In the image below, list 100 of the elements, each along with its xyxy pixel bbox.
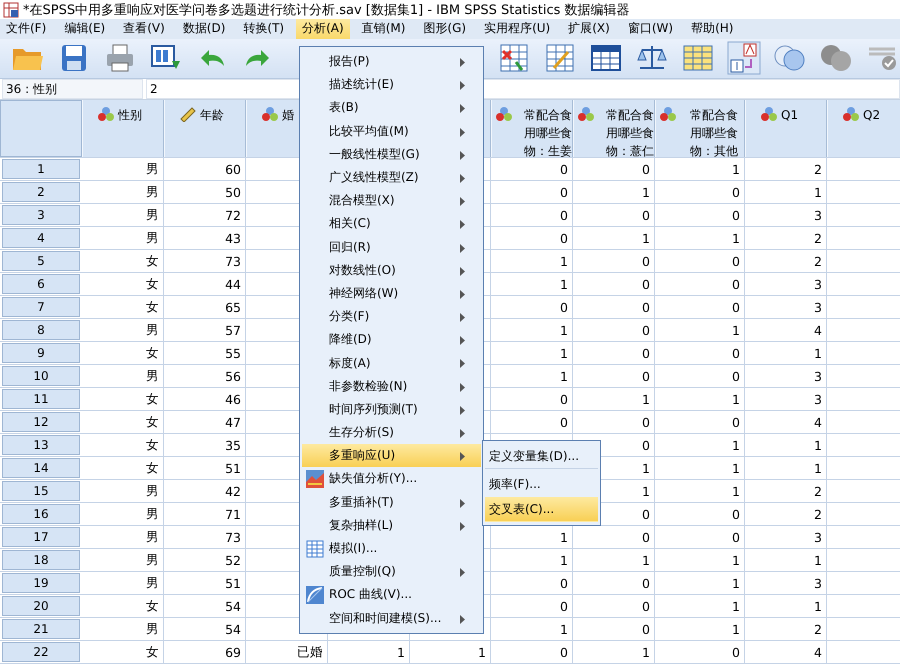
menu-item[interactable]: 分类(F) <box>302 305 481 328</box>
row-header[interactable]: 17 <box>2 527 80 548</box>
table-cell: 1 <box>745 434 827 456</box>
table-cell: 2 <box>745 480 827 502</box>
menu-item[interactable]: 查看(V) <box>117 19 171 39</box>
row-header[interactable]: 22 <box>2 642 80 662</box>
row-header[interactable]: 5 <box>2 251 80 272</box>
insert-cases-icon[interactable] <box>498 42 530 74</box>
row-header[interactable]: 21 <box>2 619 80 640</box>
table-cell: 3 <box>745 572 827 594</box>
table-cell: 51 <box>164 457 246 480</box>
row-header[interactable]: 6 <box>2 274 80 294</box>
submenu-arrow-icon <box>460 104 465 114</box>
row-header[interactable]: 13 <box>2 435 80 456</box>
row-header[interactable]: 14 <box>2 458 80 478</box>
table-cell: 3 <box>745 273 827 296</box>
column-header[interactable]: Q2 <box>827 100 900 158</box>
menu-item[interactable]: 降维(D) <box>302 328 481 352</box>
menu-item[interactable]: 模拟(I)... <box>302 536 481 560</box>
print-icon[interactable] <box>105 43 135 74</box>
nominal-icon <box>659 106 677 122</box>
row-header[interactable]: 19 <box>2 573 80 594</box>
submenu-arrow-icon <box>460 313 465 322</box>
row-header[interactable]: 10 <box>2 366 80 386</box>
menu-item[interactable]: 相关(C) <box>302 212 481 236</box>
table-cell: 0 <box>491 181 573 204</box>
menu-item[interactable]: 质量控制(Q) <box>302 560 481 584</box>
menu-item[interactable]: 扩展(X) <box>562 19 616 39</box>
menu-item[interactable]: 直销(M) <box>356 19 412 39</box>
menu-item[interactable]: 实用程序(U) <box>478 19 556 39</box>
row-header[interactable]: 18 <box>2 550 80 570</box>
table-cell: 0 <box>491 227 573 250</box>
menu-item[interactable]: 帮助(H) <box>685 19 740 39</box>
menu-item[interactable]: 空间和时间建模(S)... <box>302 606 481 630</box>
menu-item[interactable]: 编辑(E) <box>58 19 112 39</box>
menu-item[interactable]: 定义变量集(D)... <box>485 444 598 469</box>
row-header[interactable]: 8 <box>2 320 80 340</box>
row-header[interactable]: 7 <box>2 297 80 318</box>
column-header[interactable]: 性别 <box>82 100 164 158</box>
menu-item[interactable]: 神经网络(W) <box>302 282 481 306</box>
table-cell: 0 <box>655 250 745 272</box>
table-cell: 0 <box>491 296 573 318</box>
menu-item[interactable]: 广义线性模型(Z) <box>302 166 481 190</box>
column-header[interactable]: 年龄 <box>164 100 246 158</box>
menu-item[interactable]: ROC 曲线(V)... <box>302 583 481 606</box>
table-cell: 男 <box>82 503 164 526</box>
table-cell: 1 <box>491 273 573 296</box>
value-labels-icon[interactable] <box>727 41 761 76</box>
row-header[interactable]: 9 <box>2 343 80 364</box>
menu-item[interactable]: 报告(P) <box>302 50 481 74</box>
menu-item[interactable]: 时间序列预测(T) <box>302 398 481 421</box>
menu-item[interactable]: 标度(A) <box>302 351 481 375</box>
column-header[interactable]: 常配合食用哪些食物：生姜 <box>491 100 573 158</box>
table-cell: 0 <box>655 273 745 296</box>
table-cell: 4 <box>745 411 827 434</box>
table-cell: 1 <box>655 457 745 480</box>
menu-item[interactable]: 多重响应(U) <box>302 444 481 468</box>
menu-item[interactable]: 混合模型(X) <box>302 189 481 212</box>
menu-item[interactable]: 对数线性(O) <box>302 258 481 282</box>
menu-item[interactable]: 图形(G) <box>417 19 472 39</box>
row-header[interactable]: 20 <box>2 596 80 616</box>
table-cell: 女 <box>82 411 164 434</box>
table-cell: 51 <box>164 572 246 594</box>
column-header[interactable]: 常配合食用哪些食物：其他 <box>655 100 745 158</box>
menu-item[interactable]: 转换(T) <box>237 19 290 39</box>
table-cell: 4 <box>745 641 827 664</box>
row-header[interactable]: 12 <box>2 412 80 432</box>
row-header[interactable]: 15 <box>2 481 80 502</box>
menu-item[interactable]: 生存分析(S) <box>302 421 481 444</box>
menu-item[interactable]: 文件(F) <box>0 19 52 39</box>
table-cell: 男 <box>82 549 164 572</box>
menu-item[interactable]: 多重插补(T) <box>302 490 481 514</box>
row-header[interactable]: 2 <box>2 182 80 202</box>
table-cell: 男 <box>82 158 164 180</box>
row-header[interactable]: 16 <box>2 504 80 524</box>
menu-item[interactable]: 缺失值分析(Y)... <box>302 467 481 491</box>
column-header[interactable]: Q1 <box>745 100 827 158</box>
menu-item[interactable]: 复杂抽样(L) <box>302 514 481 537</box>
row-header[interactable]: 4 <box>2 228 80 248</box>
menu-item[interactable]: 交叉表(C)... <box>485 497 598 522</box>
edit-grid-icon[interactable] <box>544 42 576 74</box>
column-header[interactable]: 常配合食用哪些食物：薏仁 <box>573 100 655 158</box>
table-cell: 1 <box>655 158 745 180</box>
solid-circles-icon[interactable] <box>819 43 853 74</box>
submenu-arrow-icon <box>460 290 465 299</box>
table-cell: 女 <box>82 342 164 364</box>
row-header[interactable]: 1 <box>2 159 80 180</box>
menu-item[interactable]: 数据(D) <box>176 19 232 39</box>
submenu-arrow-icon <box>460 244 465 252</box>
menu-item[interactable]: 分析(A) <box>296 19 350 39</box>
menu-item[interactable]: 回归(R) <box>302 236 481 259</box>
table-cell: 2 <box>745 158 827 180</box>
table-cell: 0 <box>491 641 573 664</box>
row-header[interactable]: 3 <box>2 205 80 226</box>
save-icon[interactable] <box>60 43 88 74</box>
row-header[interactable]: 11 <box>2 389 80 410</box>
menu-item[interactable]: 窗口(W) <box>622 19 680 39</box>
menu-item[interactable]: 非参数检验(N) <box>302 374 481 398</box>
table-cell: 已婚 <box>246 641 328 664</box>
overlapping-circles-icon[interactable] <box>773 43 807 74</box>
